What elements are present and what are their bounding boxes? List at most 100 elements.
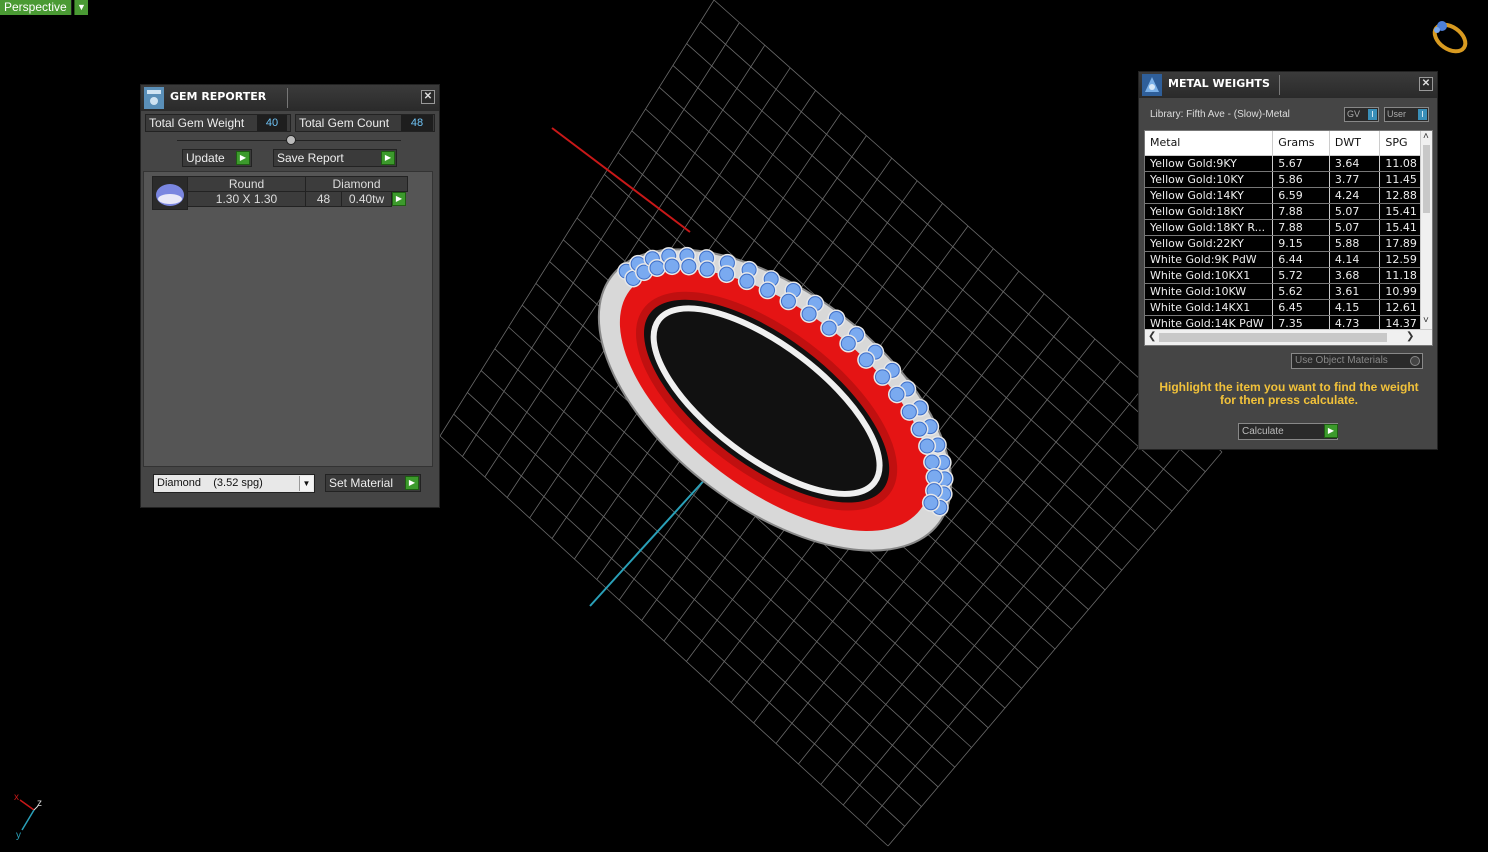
slider-handle[interactable] [286, 135, 296, 145]
material-select[interactable]: Diamond (3.52 spg) ▼ [153, 474, 315, 493]
column-header-dwt[interactable]: DWT [1329, 131, 1381, 156]
dwt-cell: 4.15 [1329, 299, 1381, 316]
use-object-materials-toggle[interactable]: Use Object Materials [1291, 353, 1423, 369]
column-header-grams[interactable]: Grams [1272, 131, 1330, 156]
gem-shape-cell: Round [187, 176, 306, 192]
table-row[interactable]: White Gold:14KX1 6.45 4.15 12.61 [1145, 299, 1432, 316]
column-header-metal[interactable]: Metal [1145, 131, 1274, 156]
user-toggle[interactable]: User I [1384, 107, 1429, 122]
diamond-stone [739, 273, 755, 289]
metal-name-cell: Yellow Gold:14KY [1145, 187, 1274, 204]
radio-icon [1410, 356, 1420, 366]
calculate-label: Calculate [1242, 426, 1284, 437]
scroll-left-icon[interactable]: ❮ [1148, 331, 1156, 342]
diamond-stone [919, 438, 935, 454]
metal-weights-icon [1142, 74, 1162, 96]
material-select-value: Diamond (3.52 spg) [157, 477, 263, 489]
diamond-stone [889, 386, 905, 402]
view-dropdown-icon[interactable]: ▼ [74, 0, 88, 15]
gem-row-go-icon[interactable]: ▶ [392, 192, 406, 206]
scroll-down-icon[interactable]: ˅ [1423, 315, 1429, 326]
gv-toggle-label: GV [1347, 109, 1361, 119]
table-row[interactable]: Yellow Gold:10KY 5.86 3.77 11.45 [1145, 171, 1432, 188]
set-material-label: Set Material [329, 476, 394, 490]
horizontal-scrollbar[interactable]: ❮ ❯ [1145, 329, 1432, 345]
gem-reporter-icon [144, 87, 164, 109]
chevron-down-icon[interactable]: ▼ [299, 476, 313, 491]
calculate-button[interactable]: Calculate [1238, 423, 1338, 440]
dwt-cell: 4.24 [1329, 187, 1381, 204]
title-divider [287, 88, 288, 108]
ring-model[interactable] [546, 190, 1003, 609]
grams-cell: 5.62 [1272, 283, 1330, 300]
gem-reporter-close-button[interactable]: ✕ [421, 90, 435, 104]
gv-toggle[interactable]: GV I [1344, 107, 1379, 122]
x-axis-line [551, 127, 691, 233]
gem-list[interactable]: Round Diamond 1.30 X 1.30 48 0.40tw ▶ [143, 171, 433, 467]
grams-cell: 6.45 [1272, 299, 1330, 316]
table-row[interactable]: Yellow Gold:18KY R... 7.88 5.07 15.41 [1145, 219, 1432, 236]
diamond-stone [699, 261, 715, 277]
grams-cell: 9.15 [1272, 235, 1330, 252]
diamond-stone [649, 260, 665, 276]
metal-weights-panel: METAL WEIGHTS ✕ Library: Fifth Ave - (Sl… [1138, 71, 1438, 450]
diamond-stone [911, 421, 927, 437]
table-header-row: Metal Grams DWT SPG [1145, 131, 1432, 156]
grams-cell: 5.72 [1272, 267, 1330, 284]
diamond-stone [924, 454, 940, 470]
table-row[interactable]: White Gold:10KX1 5.72 3.68 11.18 [1145, 267, 1432, 284]
axis-y-label: y [16, 830, 21, 841]
update-label: Update [186, 151, 225, 165]
axis-gizmo: x z y [8, 792, 48, 844]
save-report-button[interactable]: Save Report [273, 149, 397, 167]
update-go-icon[interactable]: ▶ [236, 151, 250, 165]
diamond-stone [858, 352, 874, 368]
metal-name-cell: Yellow Gold:10KY [1145, 171, 1274, 188]
metal-name-cell: White Gold:9K PdW [1145, 251, 1274, 268]
scroll-up-icon[interactable]: ˄ [1423, 131, 1429, 142]
perspective-button[interactable]: Perspective [0, 0, 72, 15]
diamond-stone [874, 369, 890, 385]
dwt-cell: 5.07 [1329, 203, 1381, 220]
set-material-go-icon[interactable]: ▶ [405, 476, 419, 490]
toggle-indicator-icon: I [1368, 109, 1377, 120]
table-row[interactable]: Yellow Gold:18KY 7.88 5.07 15.41 [1145, 203, 1432, 220]
table-row[interactable]: Yellow Gold:14KY 6.59 4.24 12.88 [1145, 187, 1432, 204]
table-row[interactable]: White Gold:10KW 5.62 3.61 10.99 [1145, 283, 1432, 300]
diamond-stone [821, 320, 837, 336]
user-toggle-label: User [1387, 109, 1407, 119]
vertical-scroll-thumb[interactable] [1423, 145, 1430, 213]
diamond-stone [801, 306, 817, 322]
table-row[interactable]: Yellow Gold:22KY 9.15 5.88 17.89 [1145, 235, 1432, 252]
view-cube-icon[interactable] [1428, 16, 1472, 54]
dwt-cell: 3.77 [1329, 171, 1381, 188]
table-row[interactable]: Yellow Gold:9KY 5.67 3.64 11.08 [1145, 155, 1432, 172]
total-gem-count-value: 48 [401, 115, 433, 131]
diamond-stone [760, 282, 776, 298]
diamond-stone [840, 336, 856, 352]
table-row[interactable]: White Gold:9K PdW 6.44 4.14 12.59 [1145, 251, 1432, 268]
gem-reporter-titlebar[interactable]: GEM REPORTER ✕ [141, 85, 439, 111]
vertical-scrollbar[interactable]: ˄ ˅ [1420, 131, 1432, 329]
metal-name-cell: Yellow Gold:18KY [1145, 203, 1274, 220]
save-report-go-icon[interactable]: ▶ [381, 151, 395, 165]
metal-table[interactable]: Metal Grams DWT SPG Yellow Gold:9KY 5.67 3… [1144, 130, 1433, 346]
scroll-right-icon[interactable]: ❯ [1406, 331, 1414, 342]
metal-weights-titlebar[interactable]: METAL WEIGHTS ✕ [1139, 72, 1437, 98]
title-divider [1279, 75, 1280, 95]
use-object-materials-label: Use Object Materials [1295, 355, 1388, 366]
metal-name-cell: White Gold:14KX1 [1145, 299, 1274, 316]
gem-reporter-title: GEM REPORTER [170, 90, 267, 103]
dwt-cell: 3.68 [1329, 267, 1381, 284]
axis-x-label: x [14, 792, 19, 803]
metal-weights-close-button[interactable]: ✕ [1419, 77, 1433, 91]
calculate-go-icon[interactable]: ▶ [1324, 424, 1338, 438]
diamond-stone [923, 495, 939, 511]
horizontal-scroll-thumb[interactable] [1159, 333, 1387, 342]
dwt-cell: 4.14 [1329, 251, 1381, 268]
dwt-cell: 5.88 [1329, 235, 1381, 252]
metal-name-cell: Yellow Gold:22KY [1145, 235, 1274, 252]
diamond-stone [719, 266, 735, 282]
gem-count-cell: 48 [305, 191, 342, 207]
library-label: Library: Fifth Ave - (Slow)-Metal [1150, 109, 1290, 120]
